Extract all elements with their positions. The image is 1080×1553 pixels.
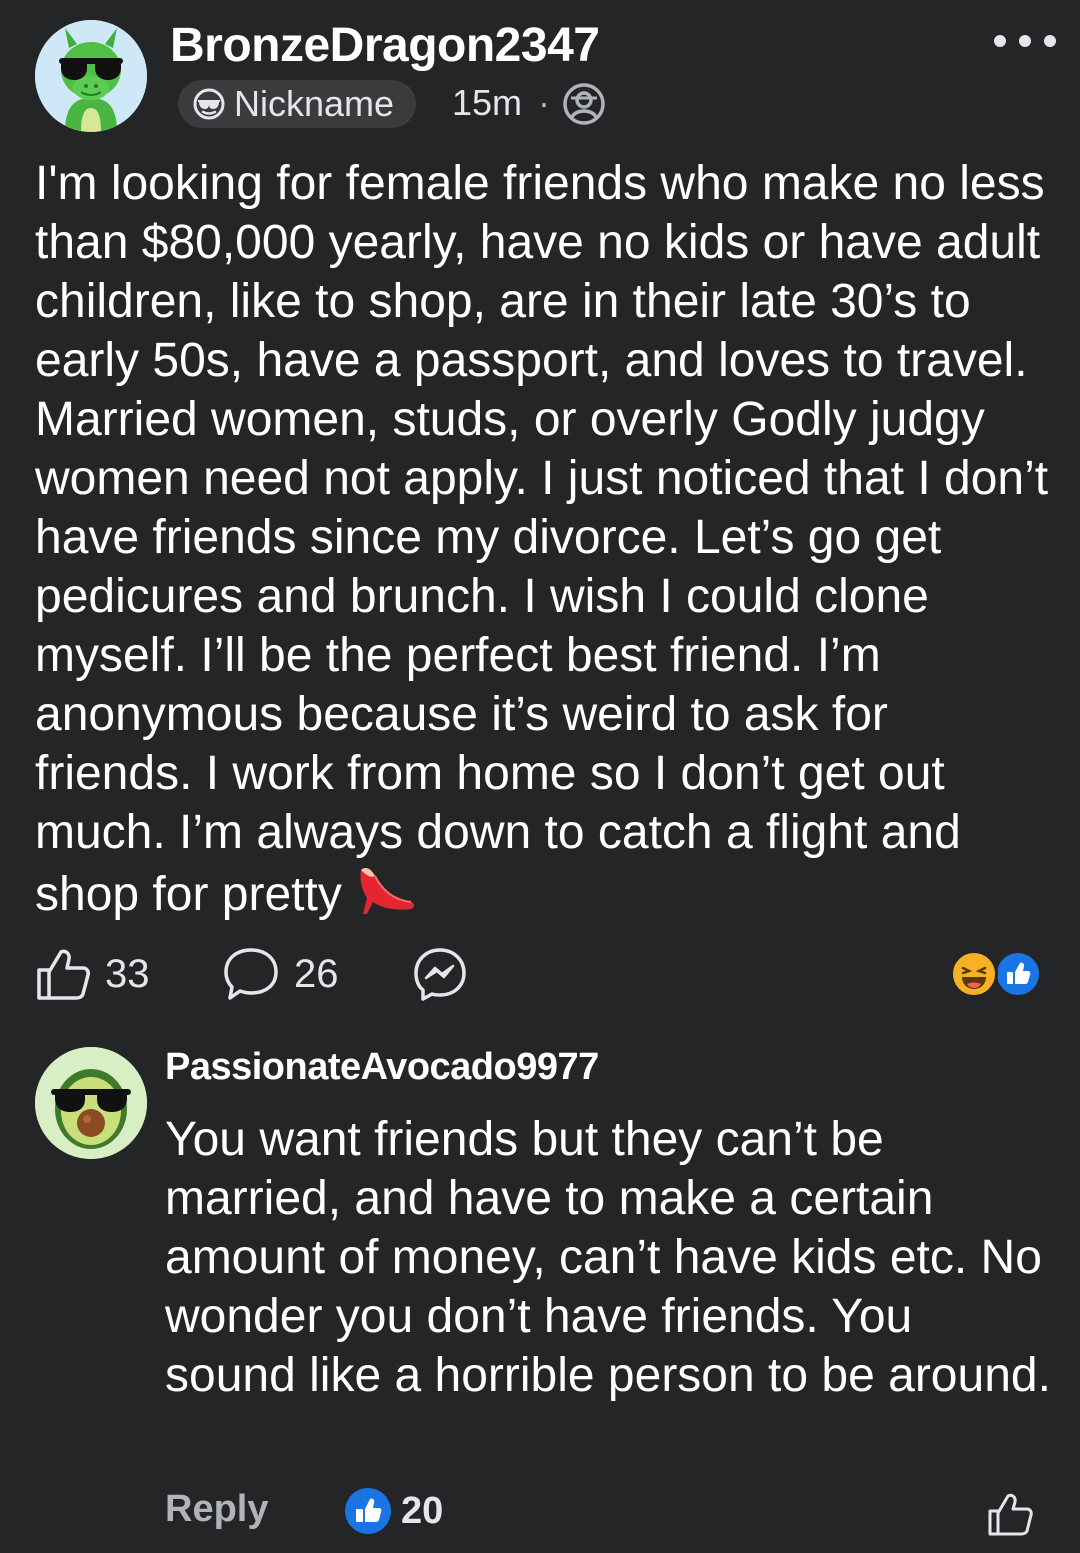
dragon-avatar-icon [35, 20, 147, 132]
post-card: BronzeDragon2347 Nickname 15m · I'm look… [0, 0, 1080, 1553]
nickname-badge[interactable]: Nickname [178, 80, 417, 128]
thumbs-up-icon[interactable] [986, 1490, 1034, 1538]
messenger-icon [414, 948, 466, 1001]
author-avatar[interactable] [35, 20, 147, 132]
comment-author-name[interactable]: PassionateAvocado9977 [165, 1046, 599, 1089]
anonymous-user-icon [563, 83, 605, 125]
more-dots-icon [994, 35, 1006, 47]
haha-reaction-icon [950, 950, 998, 998]
thumbs-up-icon [37, 949, 90, 1000]
high-heel-shoe-icon [360, 868, 415, 914]
nickname-label: Nickname [234, 83, 395, 124]
post-body-text: I'm looking for female friends who make … [35, 157, 1049, 921]
like-count: 33 [105, 951, 150, 996]
more-options-button[interactable] [994, 28, 1056, 54]
comment-like-count: 20 [401, 1489, 444, 1532]
comment-like-summary[interactable]: 20 [345, 1487, 443, 1535]
comment-button[interactable]: 26 [222, 944, 339, 1004]
sunglasses-icon [193, 88, 225, 120]
commenter-avatar[interactable] [35, 1047, 147, 1159]
comment-body: You want friends but they can’t be marri… [165, 1113, 1051, 1402]
like-reaction-icon [345, 1488, 391, 1534]
meta-separator: · [538, 82, 550, 123]
like-button[interactable]: 33 [35, 944, 150, 1004]
reaction-summary[interactable] [950, 950, 1046, 998]
comment-bubble-icon [224, 948, 278, 1000]
avocado-avatar-icon [35, 1047, 147, 1159]
post-timestamp[interactable]: 15m [452, 82, 522, 124]
reply-button[interactable]: Reply [165, 1488, 268, 1531]
like-reaction-icon [994, 950, 1042, 998]
post-body: I'm looking for female friends who make … [35, 154, 1055, 924]
comment-count: 26 [294, 951, 339, 996]
author-name[interactable]: BronzeDragon2347 [170, 18, 600, 73]
messenger-share-button[interactable] [412, 944, 468, 1004]
